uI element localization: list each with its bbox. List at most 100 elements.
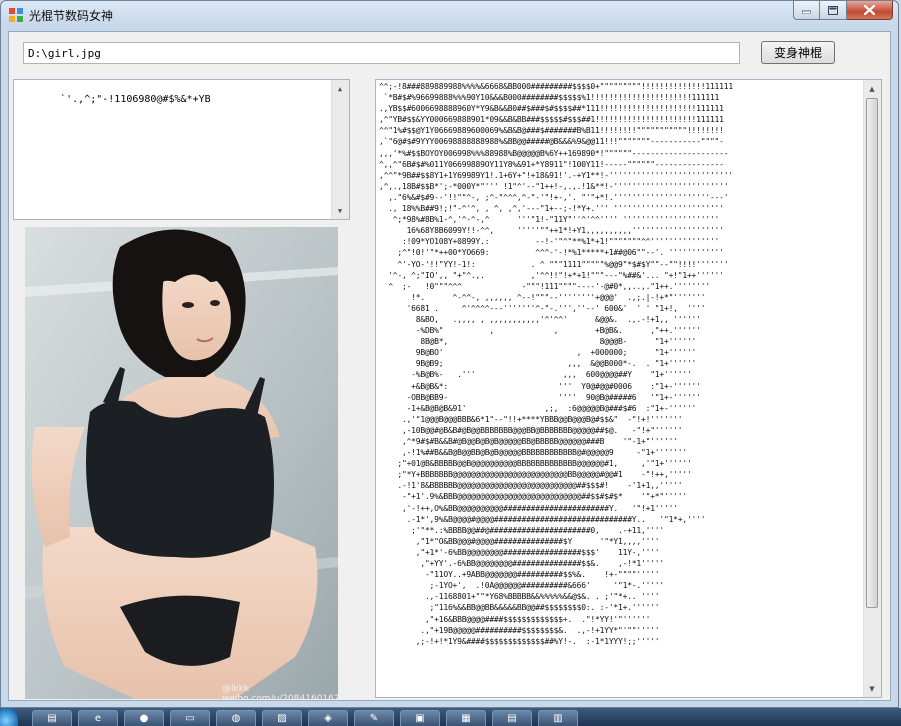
transform-button[interactable]: 变身神棍 [761, 41, 835, 64]
ascii-line: ,,,'*%#$$BOYOY006998%%%88988%B@@@@@B%6Y+… [379, 148, 729, 158]
ascii-line: ,-10B@@#@B&B#@B@@BBBBBBB@@@BB@BBBBBBB@@@… [379, 425, 683, 435]
ascii-line: ,^"YB#$$&YY000669888901*09&&B&BB###$$$$$… [379, 115, 724, 125]
charset-scrollbar[interactable]: ▲ ▼ [331, 80, 349, 219]
app-window-icon: ▥ [553, 713, 563, 724]
maximize-button[interactable] [820, 1, 847, 20]
ascii-line: -"+1'.9%&BBB@@@@@@@@@@@@@@@@@@@@@@@@@@@#… [379, 492, 687, 502]
ascii-line: ,;-!+!*1Y9&####$$$$$$$$$$$$$##%Y!-. :-1*… [379, 636, 660, 646]
charset-textbox[interactable]: `'.,^;"-!1106980@#$%&*+YB ▲ ▼ [13, 79, 350, 220]
ascii-line: -%DB%" , , +B@B&. ,"++.'''''' [379, 326, 701, 336]
ascii-line: .-1*',9%&B@@@@#@@@@#####################… [379, 514, 706, 524]
ascii-line: ,"+1*'-6%BB@@@@@@@@#################$$$'… [379, 547, 660, 557]
ascii-line: ,-!1%##B&&B@B@@BB@B@B@@@@@BBBBBBBBBBBB@#… [379, 448, 687, 458]
window-icon: ▣ [415, 713, 425, 724]
ascii-line: .,YB$$#6006698888960Y*Y9&B&&B0##$###$#$$… [379, 104, 724, 114]
ascii-line: .-!1'8&BBBBBB@@@@@@@@@@@@@@@@@@@@@@@@@@#… [379, 481, 683, 491]
close-button[interactable] [847, 1, 893, 20]
ascii-line: ^;*98%#8B%1-^,'^-^-,^ '''"1!-"11Y"''^'^^… [379, 215, 720, 225]
taskbar-button-app5[interactable]: ◍ [216, 710, 256, 726]
scroll-thumb[interactable] [866, 98, 878, 608]
ascii-line: .,"+19B@@@@@##########$$$$$$$$&. .,-!+1Y… [379, 625, 660, 635]
ascii-line: .,'"1@@@B@@@BBB&6*1"--"!!+****YBBB@@B@@@… [379, 414, 683, 424]
client-area: 变身神棍 `'.,^;"-!1106980@#$%&*+YB ▲ ▼ [8, 31, 891, 701]
taskbar-button-app7[interactable]: ◈ [308, 710, 348, 726]
ascii-line: ,'-!++,O%&BB@@@@@@@@@@##################… [379, 503, 678, 513]
ascii-output-box[interactable]: ^^;-!8###889889988%%%%&6668&BB000#######… [375, 79, 882, 698]
document-icon: ▤ [507, 713, 517, 724]
ascii-line: +&B@B&*: ''' Y0@#@@#0006 :"1+-'''''' [379, 381, 701, 391]
ascii-line: .,-1168801+""*Y68%BBBBB&&%%%%%&&@$&. . ;… [379, 592, 660, 602]
ascii-line: ,"1*"O&BB@@@#@@@@###############$Y '"*Y1… [379, 536, 660, 546]
scroll-down-arrow-icon[interactable]: ▼ [864, 680, 880, 697]
taskbar-button-app11[interactable]: ▤ [492, 710, 532, 726]
ascii-line: ,."6%&#$#9--'!!""^-, ;^-"^^^,^-"-'"!+-,'… [379, 192, 729, 202]
taskbar-button-app8[interactable]: ✎ [354, 710, 394, 726]
taskbar-button-ie[interactable]: e [78, 710, 118, 726]
ascii-line: ;"*Y+BBBBBBB@@@@@@@@@@@@@@@@@@@@@@@@@BB@… [379, 470, 692, 480]
ascii-scrollbar[interactable]: ▲ ▼ [863, 80, 881, 697]
app-icon [9, 8, 23, 22]
ascii-line: `*B#$#%96699888%%%90Y10&&&B000########$$… [379, 93, 720, 103]
ascii-line: ^,,^"6B#$#%011Y06699889OY11Y8%&91+*Y8911… [379, 159, 724, 169]
ascii-line: ^'-YO-'!!"YY!-1!: . ^ """1111"""""%@@9"*… [379, 259, 729, 269]
folder-icon: ▤ [47, 713, 57, 724]
pin-icon: ✎ [369, 713, 379, 724]
start-button-icon[interactable] [0, 708, 18, 726]
chrome-icon: ● [139, 713, 149, 724]
title-bar[interactable]: 光棍节数码女神 [1, 1, 898, 28]
taskbar-button-app9[interactable]: ▣ [400, 710, 440, 726]
ascii-line: 8B@B*, 8@@@B- "1+'''''' [379, 337, 697, 347]
ascii-line: ., 18%%B##9!;!"-^'^, , ^, ,^,'---"1+--;-… [379, 204, 724, 214]
taskbar: ▤ e ● ▭ ◍ ▨ ◈ ✎ ▣ ▦ ▤ ▥ [0, 708, 901, 726]
photo-watermark: @lkkk weibo.com/u/2084160162 [222, 684, 338, 699]
ascii-line: 16%68Y8B6099Y!!-^^, '''''""++1*!+Y1,,,,,… [379, 226, 724, 236]
monitor-icon: ▦ [461, 713, 471, 724]
app-window: 光棍节数码女神 变身神棍 `'.,^;"-!1106980@#$%&*+YB ▲… [0, 0, 899, 708]
ascii-line: ,"+YY'.-6%BB@@@@@@@@###############$$&. … [379, 559, 664, 569]
taskbar-button-app6[interactable]: ▨ [262, 710, 302, 726]
ascii-line: ,^*9#$#B&&B#@B@@B@B@B@@@@@BB@BBBBB@@@@@@… [379, 437, 678, 446]
console-icon: ▭ [185, 713, 195, 724]
image-path-input[interactable] [23, 42, 740, 64]
ascii-line: ;"+01@B&BBBBB@@B@@@@@@@@@@BBBBBBBBBBBBB@… [379, 459, 692, 469]
girl-photo-image [25, 227, 338, 699]
charset-text: `'.,^;"-!1106980@#$%&*+YB [60, 94, 211, 105]
ascii-line: -"11OY..+9ABB@@@@@@@##########$$%&. !+-"… [379, 570, 660, 580]
ascii-line: ,^,.,18B#$$B*';-*000Y*"''' !1"^'--"1++!-… [379, 181, 729, 191]
window-title: 光棍节数码女神 [29, 9, 114, 23]
ascii-line: 9B@B9; ,,, &@@B000*-. . "1+'''''' [379, 359, 697, 369]
minimize-icon [802, 10, 811, 14]
ascii-line: '^-, ^;"IO',, "+"^.,. ,'^^!!"!+*+1!"""--… [379, 270, 724, 280]
ascii-line: ,^^"*9B##$$8Y1+1Y69989Y1!.1+6Y+"!+18&91!… [379, 170, 733, 180]
ascii-line: ;"116%&&BB@@BB&&&&&BB@@##$$$$$$$$0:. :-'… [379, 603, 660, 613]
ascii-line: 9B@BO' , +000000; "1+'''''' [379, 348, 697, 358]
close-icon [864, 5, 875, 15]
scroll-down-arrow-icon[interactable]: ▼ [332, 202, 348, 219]
ascii-line: 8&BO, .,,,, , ,,,,,,,,,,,'^'^^' &@@&. .,… [379, 314, 701, 324]
globe-icon: ◍ [231, 713, 241, 724]
ascii-line: ^ ;- !0"""^^^ -"""!111""""----'-@#0*,,..… [379, 281, 710, 291]
ascii-line: ;-1YO+', .!0A@@@@@@##########&666' '"1*-… [379, 581, 665, 591]
taskbar-button-app10[interactable]: ▦ [446, 710, 486, 726]
taskbar-button-explorer[interactable]: ▤ [32, 710, 72, 726]
ascii-line: !*. ^-^^-, ,,,,,, ^--!"""--''''''''+@@@'… [379, 292, 706, 302]
scroll-up-arrow-icon[interactable]: ▲ [864, 80, 880, 97]
browser-icon: e [94, 713, 102, 724]
maximize-icon [828, 5, 838, 15]
tool-icon: ◈ [324, 713, 332, 724]
minimize-button[interactable] [793, 1, 820, 20]
ascii-line: ^^;-!8###889889988%%%%&6668&BB000#######… [379, 82, 733, 91]
ascii-line: ,`"6@#$#9YYY00698888888988%&BB@@#####@B&… [379, 137, 724, 147]
ascii-line: ^^"1%#$$@Y1Y06669889600069%&B&B@###$####… [379, 126, 724, 136]
ascii-line: -1+&B@B@B&91' ,;, :6@@@@@B@###$#6 :"1+-'… [379, 403, 697, 413]
taskbar-button-active-app[interactable]: ▥ [538, 710, 578, 726]
ascii-line: ,"+16&BBB@@@@####$$$$$$$$$$$$$+. ."!*YY!… [379, 614, 651, 624]
ascii-line: ;^"!0!'"*++00*YO669: ^^^-'-!*%1*****+1##… [379, 248, 724, 258]
ascii-line: :!09*YO108Y+0899Y.: --!-'"^"**%1*+1!""""… [379, 237, 720, 247]
taskbar-button-chrome[interactable]: ● [124, 710, 164, 726]
scroll-up-arrow-icon[interactable]: ▲ [332, 80, 348, 97]
taskbar-button-console[interactable]: ▭ [170, 710, 210, 726]
caption-buttons [793, 1, 893, 20]
ascii-line: -%B@B%- .''' ,,, 600@@@@##Y "1+'''''' [379, 370, 692, 380]
source-photo: @lkkk weibo.com/u/2084160162 [25, 227, 338, 699]
